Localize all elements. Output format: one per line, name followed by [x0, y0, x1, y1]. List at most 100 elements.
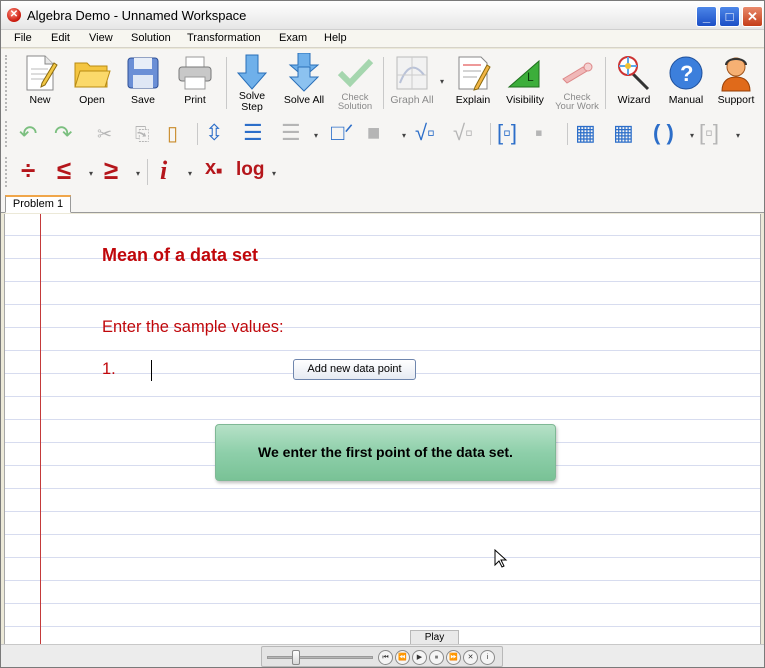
less-equal-icon[interactable]: ≤ — [57, 157, 71, 183]
graph-all-button[interactable]: Graph All — [384, 53, 440, 111]
margin-line — [40, 214, 41, 644]
folder-icon — [74, 62, 111, 88]
greater-equal-icon[interactable]: ≥ — [104, 157, 118, 183]
rewind-icon[interactable]: ⏪ — [395, 650, 410, 665]
brackets-dropdown-icon[interactable]: ▾ — [736, 131, 740, 140]
mouse-pointer-icon — [494, 549, 508, 568]
cut-icon[interactable]: ✂ — [97, 121, 112, 147]
help-question-icon: ? — [669, 56, 703, 90]
toolbar-grip[interactable] — [5, 157, 8, 187]
explain-button[interactable]: Explain — [445, 53, 501, 111]
absolute-value-icon[interactable]: [▫] — [497, 120, 517, 146]
redo-icon[interactable]: ↷ — [54, 121, 72, 147]
graph-dropdown-arrow-icon[interactable]: ▾ — [440, 77, 444, 86]
menu-exam[interactable]: Exam — [279, 32, 307, 44]
solve-step-label-line2: Step — [241, 101, 263, 113]
nth-root-icon[interactable]: √▫ — [453, 120, 473, 146]
copy-icon[interactable]: ⎘ — [135, 121, 149, 147]
playback-slider-thumb[interactable] — [291, 650, 300, 665]
toolbar-separator — [197, 123, 198, 145]
divide-icon[interactable]: ÷ — [21, 157, 35, 183]
menu-help[interactable]: Help — [324, 32, 347, 44]
app-window: ✕ Algebra Demo - Unnamed Workspace _ □ ✕… — [0, 0, 765, 668]
parentheses-icon[interactable]: ( ) — [653, 120, 674, 146]
matrix-icon[interactable]: ▦ — [575, 120, 596, 146]
toolbar-grip[interactable] — [5, 121, 8, 147]
add-data-point-button[interactable]: Add new data point — [293, 359, 416, 380]
open-label: Open — [79, 94, 105, 106]
stacked-fraction-icon[interactable]: ☰ — [243, 120, 263, 146]
power-dropdown-icon[interactable]: ▾ — [402, 131, 406, 140]
check-your-work-button[interactable]: Check Your Work — [549, 53, 605, 111]
solve-all-button[interactable]: Solve All — [276, 53, 332, 111]
play-icon[interactable]: ▶ — [412, 650, 427, 665]
log-icon[interactable]: log — [236, 157, 265, 183]
minimize-button[interactable]: _ — [696, 6, 717, 27]
close-button[interactable]: ✕ — [742, 6, 763, 27]
toolbar-grip[interactable] — [5, 55, 8, 111]
wizard-label: Wizard — [617, 94, 651, 106]
new-button[interactable]: New — [12, 53, 68, 111]
support-label: Support — [717, 94, 755, 106]
data-point-input[interactable] — [151, 360, 152, 381]
checkmark-icon — [337, 58, 374, 88]
subscript-box-icon[interactable]: ■ — [367, 120, 380, 146]
undo-icon[interactable]: ↶ — [19, 121, 37, 147]
double-down-arrow-icon — [288, 53, 320, 92]
toolbar-area: New Open Save Print Solve Step Solve All… — [1, 49, 764, 195]
square-root-icon[interactable]: √▫ — [415, 120, 435, 146]
pause-icon[interactable]: ⏸ — [429, 650, 444, 665]
title-bar: ✕ Algebra Demo - Unnamed Workspace _ □ ✕ — [1, 1, 764, 30]
imaginary-unit-icon[interactable]: i — [160, 158, 167, 184]
menu-view[interactable]: View — [89, 32, 113, 44]
save-button[interactable]: Save — [115, 53, 171, 111]
maximize-button[interactable]: □ — [719, 6, 740, 27]
fraction-icon[interactable]: ⇳ — [205, 120, 223, 146]
menu-file[interactable]: File — [14, 32, 32, 44]
problem-heading: Mean of a data set — [102, 245, 259, 265]
new-document-icon — [26, 55, 58, 91]
toolbar-separator — [567, 123, 568, 145]
magic-wand-icon — [618, 56, 650, 91]
playback-bar: Play ⏮ ⏪ ▶ ⏸ ⏩ ✕ i — [1, 630, 764, 667]
paste-icon[interactable]: ▯ — [167, 121, 178, 147]
less-equal-dropdown-icon[interactable]: ▾ — [89, 169, 93, 178]
log-dropdown-icon[interactable]: ▾ — [272, 169, 276, 178]
graph-all-label: Graph All — [390, 94, 434, 106]
solve-step-button[interactable]: Solve Step — [224, 53, 280, 113]
skip-start-icon[interactable]: ⏮ — [378, 650, 393, 665]
open-button[interactable]: Open — [64, 53, 120, 111]
menu-edit[interactable]: Edit — [51, 32, 70, 44]
check-solution-button[interactable]: Check Solution — [327, 53, 383, 111]
printer-icon — [178, 56, 212, 90]
toolbar-separator — [490, 123, 491, 145]
print-button[interactable]: Print — [167, 53, 223, 111]
window-title: Algebra Demo - Unnamed Workspace — [27, 8, 247, 23]
greater-equal-dropdown-icon[interactable]: ▾ — [136, 169, 140, 178]
fraction-dropdown-icon[interactable]: ▾ — [314, 131, 318, 140]
parentheses-dropdown-icon[interactable]: ▾ — [690, 131, 694, 140]
tab-problem-1[interactable]: Problem 1 — [5, 195, 71, 213]
support-person-icon — [721, 57, 751, 92]
menu-solution[interactable]: Solution — [131, 32, 171, 44]
fast-forward-icon[interactable]: ⏩ — [446, 650, 461, 665]
wizard-button[interactable]: Wizard — [606, 53, 662, 111]
subscript-variable-icon[interactable]: x■ — [205, 155, 222, 181]
support-button[interactable]: Support — [708, 53, 764, 111]
visibility-button[interactable]: L Visibility — [497, 53, 553, 111]
superscript-icon[interactable]: □ᐟ — [331, 120, 354, 146]
brackets-icon[interactable]: [▫] — [699, 120, 719, 146]
norm-icon[interactable]: ▪ — [535, 120, 543, 146]
info-icon[interactable]: i — [480, 650, 495, 665]
mixed-fraction-icon[interactable]: ☰ — [281, 120, 301, 146]
manual-button[interactable]: ? Manual — [658, 53, 714, 111]
operators-toolbar: ÷ ≤ ▾ ≥ ▾ i ▾ x■ log ▾ — [1, 153, 764, 191]
stop-icon[interactable]: ✕ — [463, 650, 478, 665]
play-label-tab[interactable]: Play — [410, 630, 459, 644]
worksheet-page[interactable]: Mean of a data set Enter the sample valu… — [4, 214, 761, 644]
imaginary-dropdown-icon[interactable]: ▾ — [188, 169, 192, 178]
menu-transformation[interactable]: Transformation — [187, 32, 261, 44]
playback-slider[interactable] — [267, 656, 373, 659]
matrix-grid-icon[interactable]: ▦ — [613, 120, 634, 146]
manual-label: Manual — [668, 94, 704, 106]
